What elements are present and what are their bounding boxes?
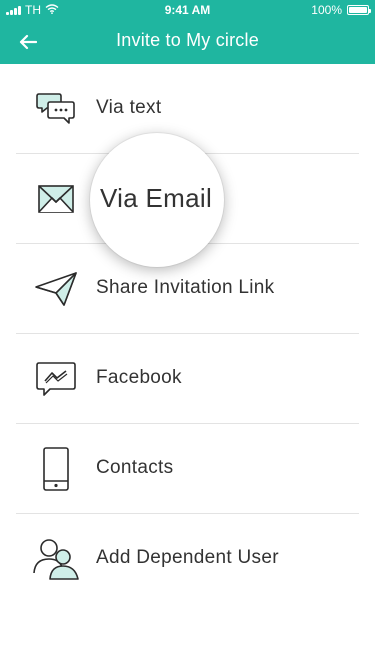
messenger-icon: [32, 359, 80, 399]
list-item-label: Add Dependent User: [96, 547, 279, 568]
list-item-label: Via text: [96, 97, 162, 118]
users-icon: [32, 539, 80, 580]
list-item-share-link[interactable]: Share Invitation Link: [0, 244, 375, 334]
list-item-via-text[interactable]: Via text: [0, 64, 375, 154]
list-item-label: Share Invitation Link: [96, 277, 275, 298]
list-item-via-email[interactable]: Via Email: [0, 154, 375, 244]
status-bar: TH 9:41 AM 100%: [0, 0, 375, 20]
list-item-label: Contacts: [96, 457, 174, 478]
chat-bubbles-icon: [32, 89, 80, 129]
phone-icon: [32, 447, 80, 491]
page-title: Invite to My circle: [116, 30, 259, 50]
status-right: 100%: [311, 3, 371, 17]
battery-percent: 100%: [311, 3, 342, 17]
battery-icon: [347, 5, 371, 15]
list-item-label: Via Email: [96, 187, 179, 208]
list-item-contacts[interactable]: Contacts: [0, 424, 375, 514]
top-bar: TH 9:41 AM 100% Invite to My circle: [0, 0, 375, 64]
list-item-add-dependent[interactable]: Add Dependent User: [0, 514, 375, 604]
invite-options-list: Via text Via Email Share Invitation Link: [0, 64, 375, 604]
list-item-facebook[interactable]: Facebook: [0, 334, 375, 424]
paper-plane-icon: [32, 269, 80, 309]
nav-bar: Invite to My circle: [0, 20, 375, 64]
list-item-label: Facebook: [96, 367, 182, 388]
envelope-icon: [32, 179, 80, 219]
